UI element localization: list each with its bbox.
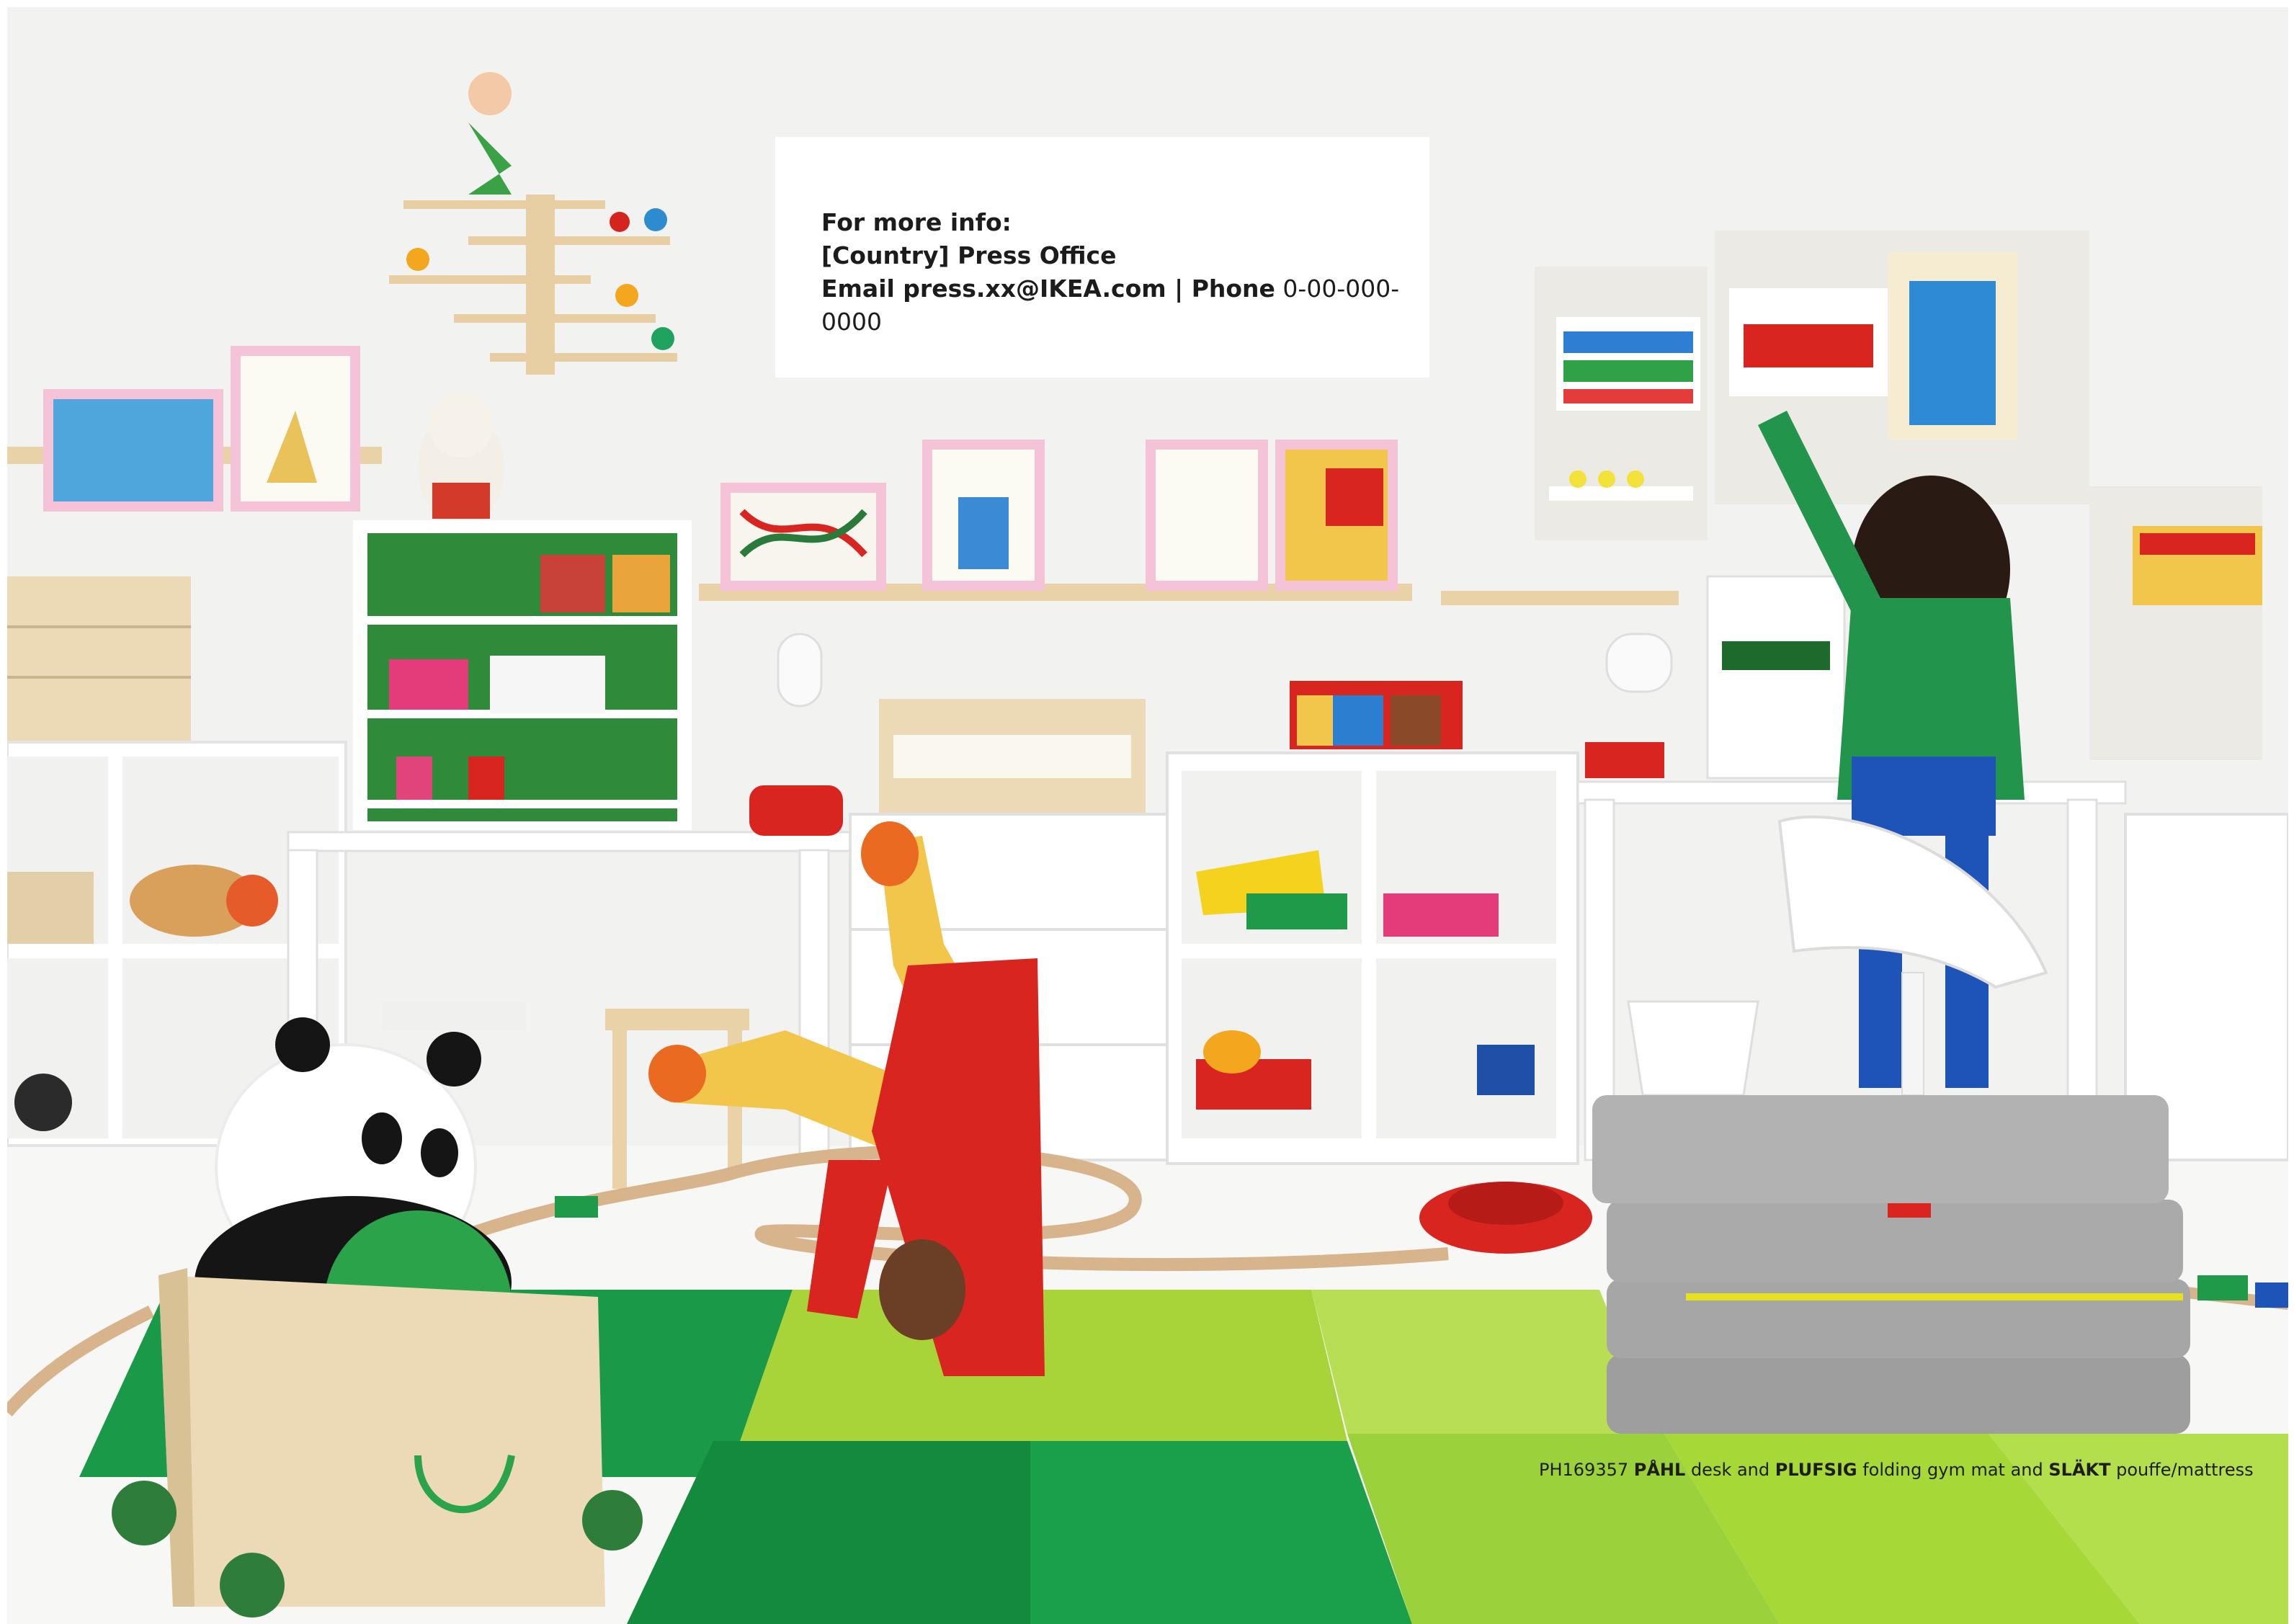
toy-tram: [1585, 742, 1664, 778]
contact-label: Email press.xx@IKEA.com | Phone: [821, 275, 1275, 303]
playroom-photo: For more info: [Country] Press Office Em…: [7, 7, 2288, 1624]
caption-text-3: pouffe/mattress: [2110, 1460, 2254, 1480]
coat-rack: [1441, 591, 1679, 605]
waste-bin: [1627, 1000, 1759, 1097]
toy-cash-register: [7, 872, 94, 944]
desk-lamp-right: [1605, 633, 1673, 693]
caption-product-pahl: PÅHL: [1633, 1460, 1686, 1480]
photo-caption: PH169357 PÅHL desk and PLUFSIG folding g…: [1539, 1460, 2254, 1480]
press-info-box: For more info: [Country] Press Office Em…: [775, 137, 1429, 378]
press-office: [Country] Press Office: [821, 241, 1117, 269]
caption-text-1: desk and: [1685, 1460, 1775, 1480]
caption-code: PH169357: [1539, 1460, 1634, 1480]
info-heading: For more info:: [821, 208, 1012, 236]
desk-lamp-left: [777, 633, 823, 708]
caption-text-2: folding gym mat and: [1857, 1460, 2049, 1480]
toy-pink-furniture: [1383, 893, 1499, 937]
caption-product-plufsig: PLUFSIG: [1775, 1460, 1857, 1480]
stool-right: [605, 1009, 749, 1030]
pouffe-stack: [1592, 1095, 2190, 1434]
stool-left: [382, 1001, 526, 1030]
toy-phone: [749, 785, 843, 836]
small-drawer-chest: [7, 576, 191, 742]
hutch: [1706, 575, 1846, 780]
contact-line: Email press.xx@IKEA.com | Phone 0-00-000…: [821, 272, 1429, 339]
caption-product-slakt: SLÄKT: [2048, 1460, 2111, 1480]
